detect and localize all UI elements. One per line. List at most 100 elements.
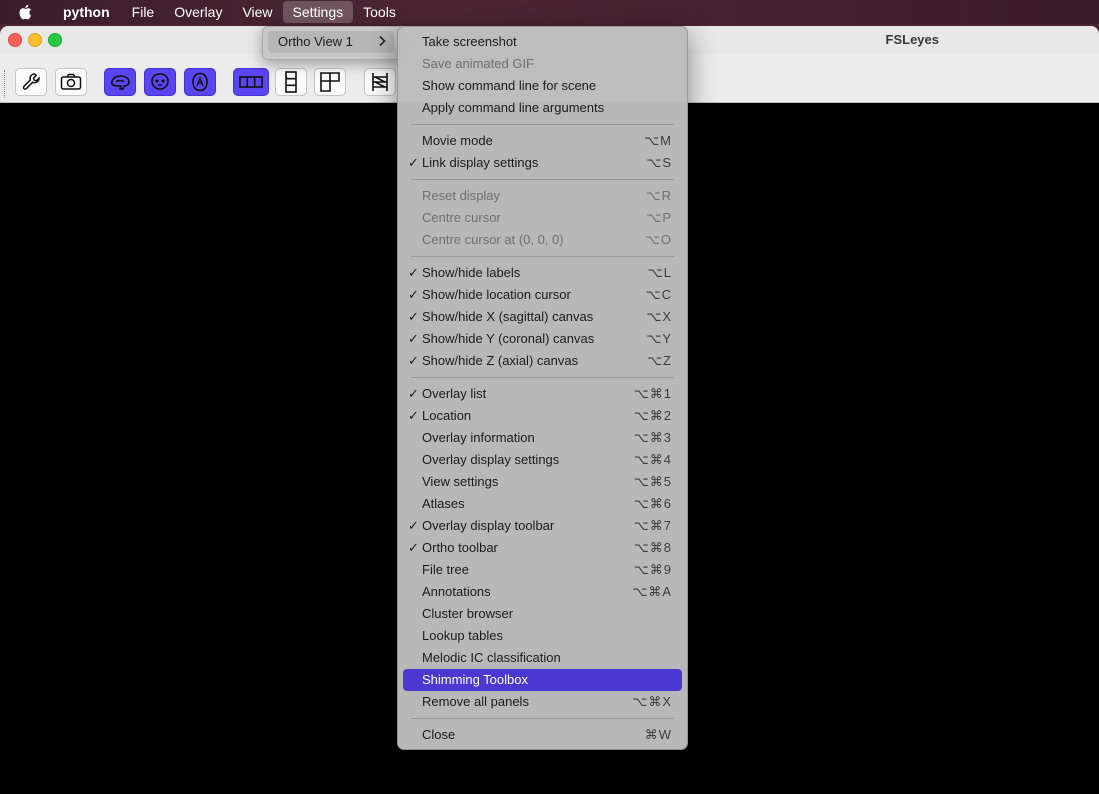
window-title: FSLeyes [885, 32, 939, 47]
menu-item-centre-cursor-at-0-0-0: Centre cursor at (0, 0, 0) ⌥O [403, 229, 682, 251]
menu-item-label: Apply command line arguments [422, 100, 605, 115]
menu-item-label: Save animated GIF [422, 56, 534, 71]
menu-item-take-screenshot[interactable]: Take screenshot [403, 31, 682, 53]
keyboard-shortcut: ⌥C [645, 287, 672, 302]
keyboard-shortcut: ⌥X [646, 309, 672, 324]
menu-item-label: Lookup tables [422, 628, 503, 643]
menu-item-file-tree[interactable]: File tree ⌥⌘9 [403, 559, 682, 581]
brain-sagittal-icon[interactable] [104, 68, 136, 96]
brain-coronal-icon[interactable] [144, 68, 176, 96]
keyboard-shortcut: ⌥O [644, 232, 672, 247]
checkmark-icon: ✓ [408, 518, 419, 533]
menu-item-annotations[interactable]: Annotations ⌥⌘A [403, 581, 682, 603]
menu-separator [408, 174, 677, 185]
menu-item-show-hide-labels[interactable]: ✓ Show/hide labels ⌥L [403, 262, 682, 284]
menu-item-show-command-line-for-scene[interactable]: Show command line for scene [403, 75, 682, 97]
menu-item-ortho-toolbar[interactable]: ✓ Ortho toolbar ⌥⌘8 [403, 537, 682, 559]
maximize-window-button[interactable] [48, 33, 62, 47]
apple-icon[interactable] [18, 4, 38, 20]
menu-item-label: Atlases [422, 496, 465, 511]
menu-item-shimming-toolbox[interactable]: Shimming Toolbox [403, 669, 682, 691]
keyboard-shortcut: ⌥⌘1 [633, 386, 672, 401]
menu-item-label: Cluster browser [422, 606, 514, 621]
keyboard-shortcut: ⌥P [646, 210, 672, 225]
menu-item-label: Show/hide Z (axial) canvas [422, 353, 579, 368]
menu-item-label: Location [422, 408, 472, 423]
menu-item-label: File tree [422, 562, 469, 577]
menubar-overlay[interactable]: Overlay [164, 0, 232, 24]
menu-item-label: View settings [422, 474, 499, 489]
menu-item-label: Ortho toolbar [422, 540, 498, 555]
wrench-icon[interactable] [15, 68, 47, 96]
menu-item-atlases[interactable]: Atlases ⌥⌘6 [403, 493, 682, 515]
settings-menu: Ortho View 1 [262, 26, 404, 60]
ortho-view-dropdown-menu: Take screenshot Save animated GIF Show com… [397, 26, 688, 750]
movie-icon[interactable] [364, 68, 396, 96]
menu-item-label: Close [422, 727, 456, 742]
menu-item-label: Movie mode [422, 133, 493, 148]
menu-item-link-display-settings[interactable]: ✓ Link display settings ⌥S [403, 152, 682, 174]
menu-separator [408, 713, 677, 724]
menu-item-label: Show/hide Y (coronal) canvas [422, 331, 595, 346]
menu-item-overlay-information[interactable]: Overlay information ⌥⌘3 [403, 427, 682, 449]
menubar-settings[interactable]: Settings [282, 1, 354, 23]
menu-item-label: Overlay information [422, 430, 535, 445]
menu-item-apply-command-line-arguments[interactable]: Apply command line arguments [403, 97, 682, 119]
menu-item-cluster-browser[interactable]: Cluster browser [403, 603, 682, 625]
menu-item-list: Take screenshot Save animated GIF Show com… [398, 31, 687, 746]
menu-item-overlay-list[interactable]: ✓ Overlay list ⌥⌘1 [403, 383, 682, 405]
keyboard-shortcut: ⌥⌘2 [633, 408, 672, 423]
checkmark-icon: ✓ [408, 155, 419, 170]
menu-item-label: Overlay list [422, 386, 487, 401]
keyboard-shortcut: ⌥R [645, 188, 672, 203]
menu-item-remove-all-panels[interactable]: Remove all panels ⌥⌘X [403, 691, 682, 713]
menu-item-show-hide-z-axial-canvas[interactable]: ✓ Show/hide Z (axial) canvas ⌥Z [403, 350, 682, 372]
keyboard-shortcut: ⌥⌘6 [633, 496, 672, 511]
keyboard-shortcut: ⌥L [647, 265, 672, 280]
menubar-file[interactable]: File [122, 0, 165, 24]
brain-axial-icon[interactable] [184, 68, 216, 96]
keyboard-shortcut: ⌥⌘3 [633, 430, 672, 445]
menu-item-location[interactable]: ✓ Location ⌥⌘2 [403, 405, 682, 427]
keyboard-shortcut: ⌥⌘8 [633, 540, 672, 555]
menu-item-label: Link display settings [422, 155, 539, 170]
menubar-view[interactable]: View [232, 0, 282, 24]
camera-icon[interactable] [55, 68, 87, 96]
menu-separator [408, 119, 677, 130]
menu-item-save-animated-gif: Save animated GIF [403, 53, 682, 75]
ortho-view-submenu-item[interactable]: Ortho View 1 [268, 31, 394, 53]
checkmark-icon: ✓ [408, 331, 419, 346]
keyboard-shortcut: ⌥Y [646, 331, 672, 346]
menu-item-overlay-display-toolbar[interactable]: ✓ Overlay display toolbar ⌥⌘7 [403, 515, 682, 537]
menu-item-melodic-ic-classification[interactable]: Melodic IC classification [403, 647, 682, 669]
menu-item-close[interactable]: Close ⌘W [403, 724, 682, 746]
keyboard-shortcut: ⌥⌘X [632, 694, 672, 709]
menubar-app-name[interactable]: python [53, 0, 120, 24]
checkmark-icon: ✓ [408, 540, 419, 555]
menu-item-label: Centre cursor [422, 210, 501, 225]
keyboard-shortcut: ⌥⌘A [632, 584, 672, 599]
menu-item-show-hide-location-cursor[interactable]: ✓ Show/hide location cursor ⌥C [403, 284, 682, 306]
checkmark-icon: ✓ [408, 287, 419, 302]
toolbar-grip-handle[interactable] [4, 70, 8, 98]
menu-item-label: Show/hide labels [422, 265, 521, 280]
checkmark-icon: ✓ [408, 353, 419, 368]
menu-item-movie-mode[interactable]: Movie mode ⌥M [403, 130, 682, 152]
menu-item-view-settings[interactable]: View settings ⌥⌘5 [403, 471, 682, 493]
menu-item-show-hide-x-sagittal-canvas[interactable]: ✓ Show/hide X (sagittal) canvas ⌥X [403, 306, 682, 328]
menu-item-lookup-tables[interactable]: Lookup tables [403, 625, 682, 647]
menu-item-show-hide-y-coronal-canvas[interactable]: ✓ Show/hide Y (coronal) canvas ⌥Y [403, 328, 682, 350]
keyboard-shortcut: ⌥⌘7 [633, 518, 672, 533]
menu-item-label: Centre cursor at (0, 0, 0) [422, 232, 564, 247]
menu-item-centre-cursor: Centre cursor ⌥P [403, 207, 682, 229]
minimize-window-button[interactable] [28, 33, 42, 47]
menu-item-label: Annotations [422, 584, 491, 599]
close-window-button[interactable] [8, 33, 22, 47]
layout-grid-icon[interactable] [314, 68, 346, 96]
menu-item-label: Take screenshot [422, 34, 517, 49]
layout-horizontal-icon[interactable] [233, 68, 269, 96]
menubar-tools[interactable]: Tools [353, 0, 406, 24]
menu-item-overlay-display-settings[interactable]: Overlay display settings ⌥⌘4 [403, 449, 682, 471]
layout-vertical-icon[interactable] [275, 68, 307, 96]
menu-item-reset-display: Reset display ⌥R [403, 185, 682, 207]
